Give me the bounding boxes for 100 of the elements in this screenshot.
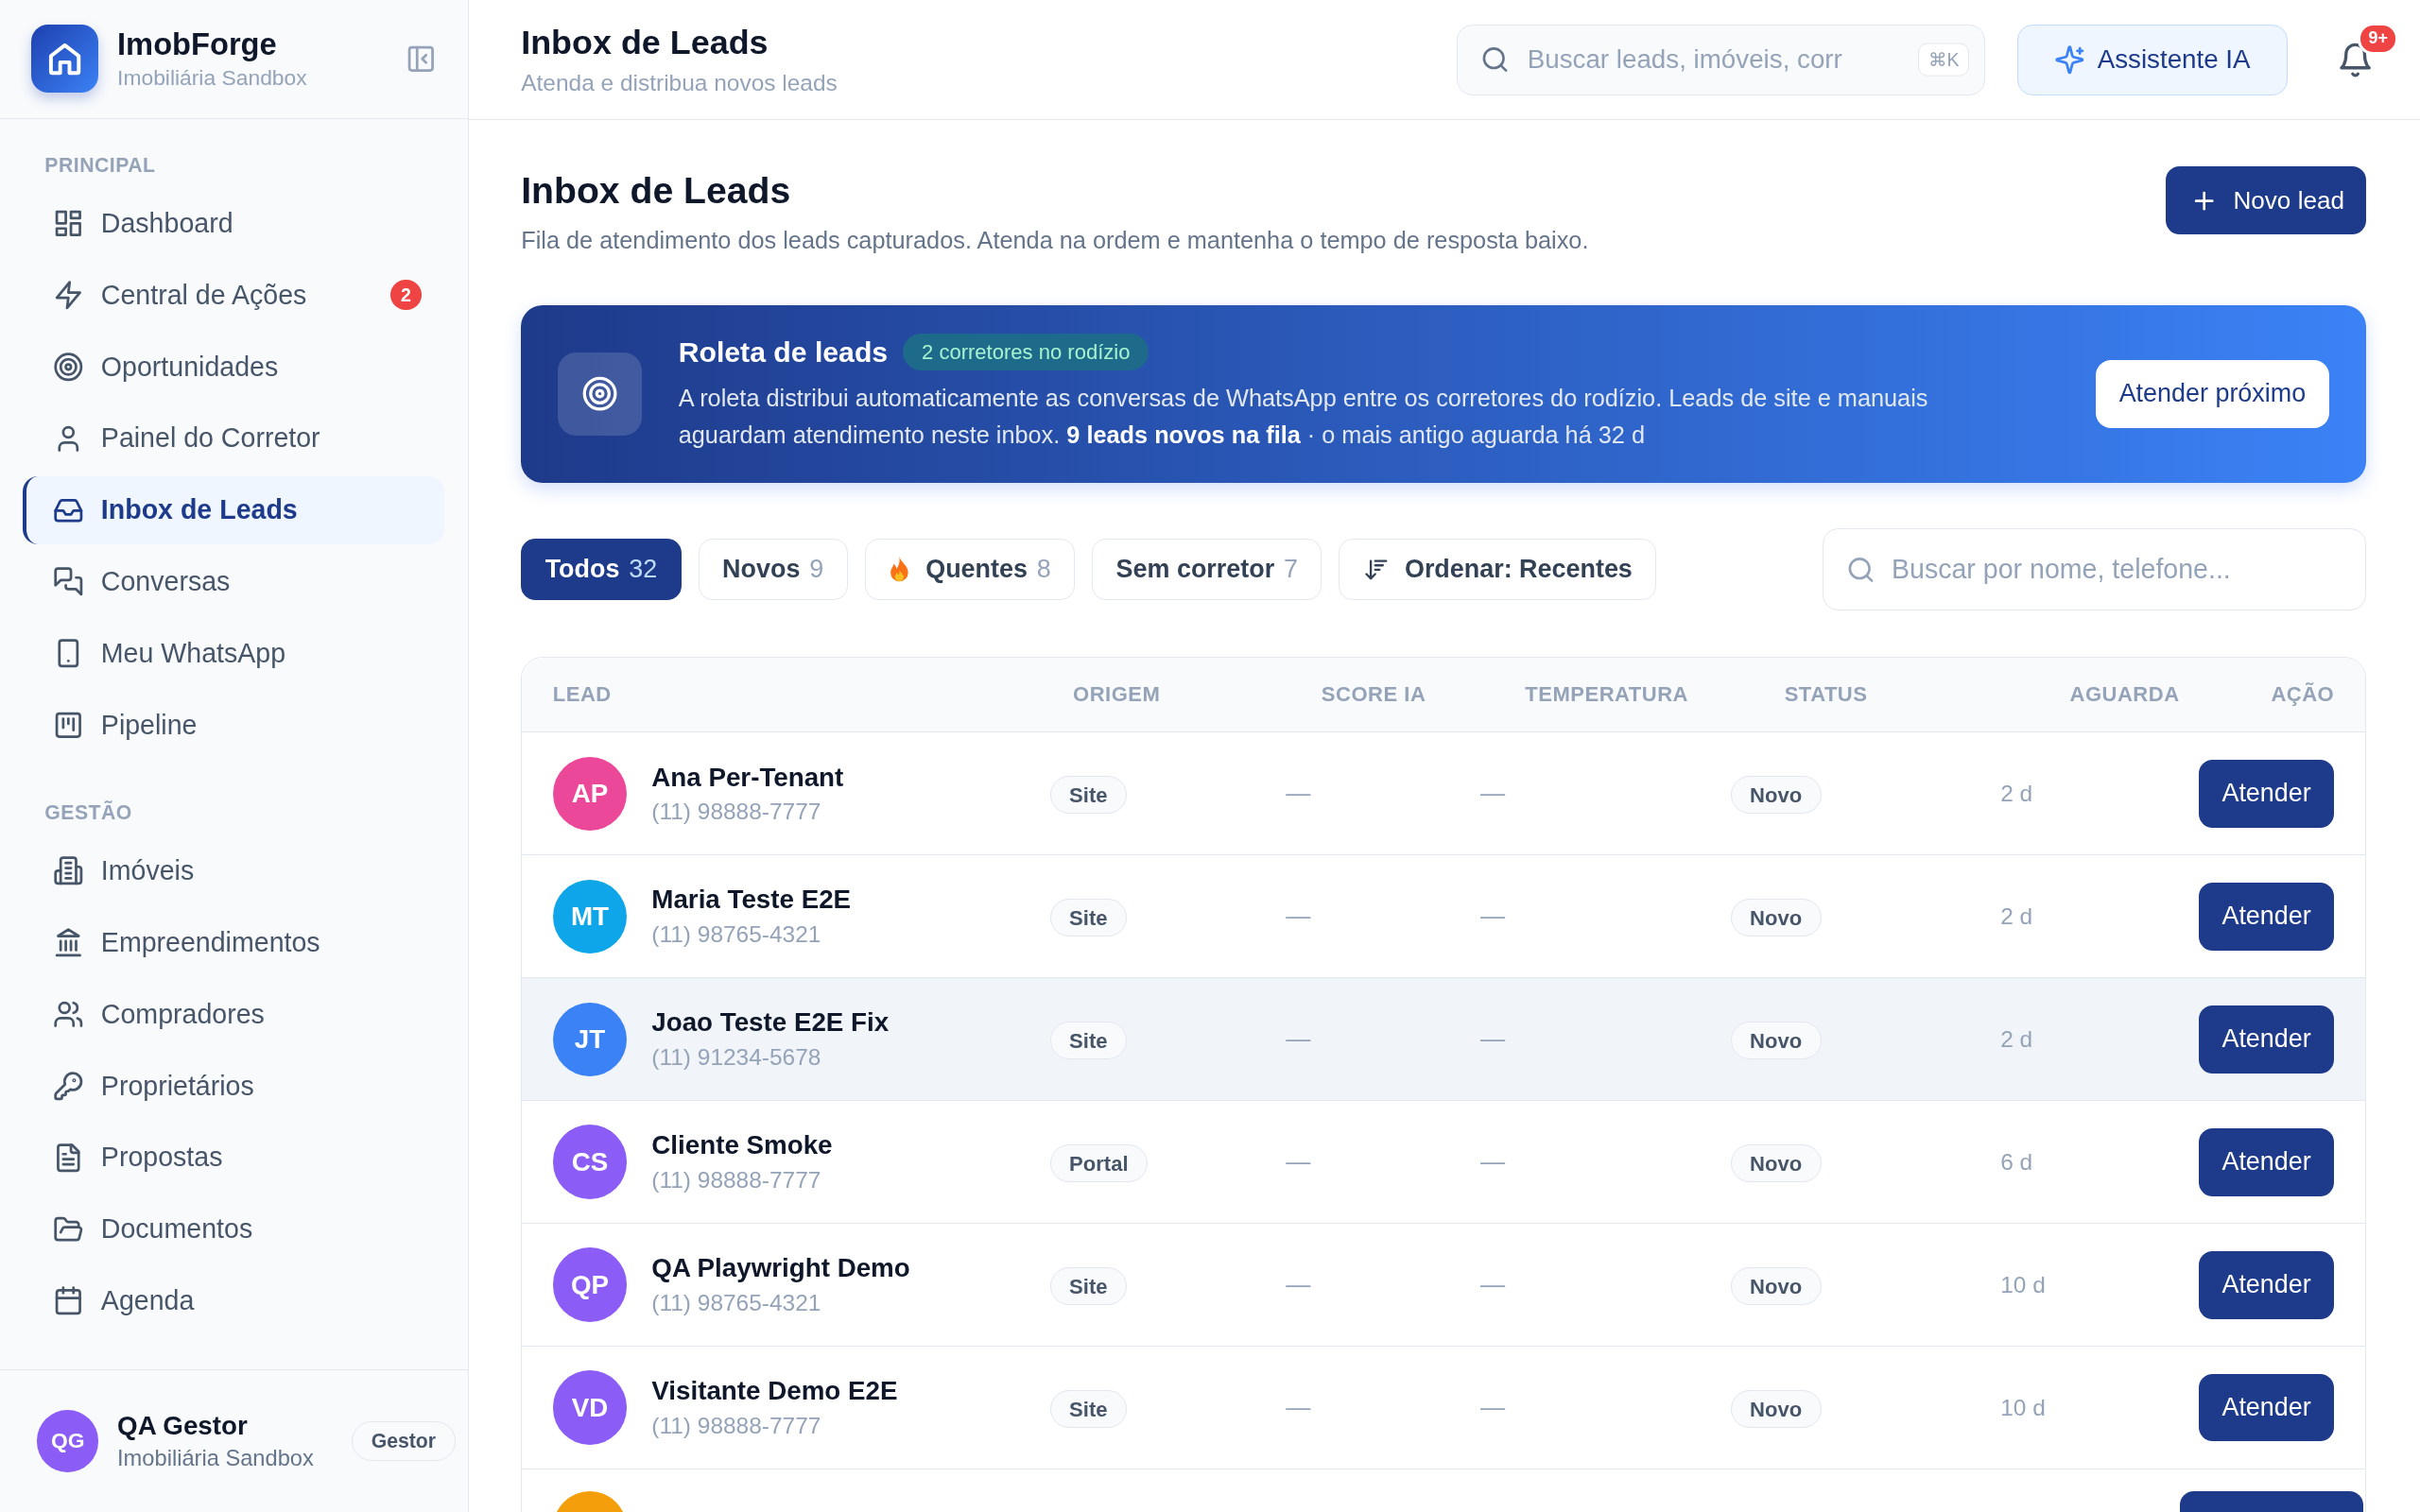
score-cell: — [1286, 1024, 1311, 1054]
table-row[interactable]: JT Joao Teste E2E Fix (11) 91234-5678 Site — — Novo 2 d Atender [522, 977, 2365, 1101]
nav-item[interactable]: Compradores [23, 980, 445, 1048]
nav-item[interactable]: Agenda [23, 1266, 445, 1335]
nav-item[interactable]: Dashboard [23, 189, 445, 258]
lead-phone: (11) 98765-4321 [651, 1289, 822, 1316]
nav-item[interactable]: Imóveis [23, 836, 445, 905]
nav-item[interactable]: Oportunidades [23, 333, 445, 401]
status-badge: Novo [1730, 1266, 1822, 1305]
column-header: AGUARDA [2068, 682, 2180, 708]
role-badge: Gestor [352, 1420, 456, 1462]
serve-next-button[interactable]: Atender próximo [2096, 359, 2329, 428]
column-header: TEMPERATURA [1524, 682, 1689, 708]
serve-button[interactable]: Atender [2198, 882, 2335, 951]
chat-icon [53, 566, 84, 598]
nav-item[interactable]: Empreendimentos [23, 908, 445, 977]
lead-phone: (11) 91234-5678 [651, 1043, 822, 1071]
kanban-icon [53, 710, 84, 741]
user-organization: Imobiliária Sandbox [117, 1445, 315, 1471]
lead-phone: (11) 98888-7777 [651, 1412, 822, 1439]
column-header: ORIGEM [1072, 682, 1162, 708]
lead-avatar: QP [552, 1247, 628, 1322]
temperature-cell: — [1480, 779, 1506, 808]
nav-item[interactable]: Propostas [23, 1124, 445, 1192]
status-badge: Novo [1730, 898, 1822, 936]
waiting-time: 6 d [2000, 1149, 2033, 1176]
user-name: QA Gestor [117, 1410, 249, 1441]
section-label: PRINCIPAL [43, 153, 157, 179]
score-cell: — [1286, 1270, 1311, 1299]
filter-chip[interactable]: Todos 32 [521, 539, 682, 601]
lead-name: Joao Teste E2E Fix [651, 1007, 890, 1039]
brand-name: ImobForge [117, 26, 278, 63]
nav-item[interactable]: Painel do Corretor [23, 404, 445, 472]
key-icon [53, 1070, 84, 1102]
filter-chip[interactable]: Quentes 8 [864, 539, 1076, 601]
nav-item[interactable]: Inbox de Leads [23, 475, 445, 544]
nav-item[interactable]: Conversas [23, 547, 445, 616]
logo-icon [30, 25, 99, 94]
score-cell: — [1286, 779, 1311, 808]
serve-button[interactable]: Atender [2198, 1373, 2335, 1442]
sort-button[interactable]: Ordenar: Recentes [1339, 539, 1657, 601]
flame-icon [889, 556, 910, 583]
lead-name: Ana Per-Tenant [651, 762, 844, 793]
waiting-time: 2 d [2000, 903, 2033, 930]
origin-badge: Site [1049, 1266, 1128, 1305]
status-badge: Novo [1730, 1143, 1822, 1182]
origin-badge: Site [1049, 898, 1128, 936]
building-icon [53, 854, 84, 886]
serve-button[interactable]: Atender [2198, 1250, 2335, 1319]
column-header: AÇÃO [2270, 682, 2335, 708]
waiting-time: 2 d [2000, 781, 2033, 807]
target-icon [558, 352, 642, 436]
broker-count-badge: 2 corretores no rodízio [903, 334, 1150, 371]
user-avatar: QG [37, 1410, 99, 1472]
nav-item[interactable]: Proprietários [23, 1052, 445, 1120]
lead-name: QA Playwright Demo [651, 1253, 910, 1284]
section-label: GESTÃO [43, 799, 133, 826]
serve-button[interactable]: Atender [2198, 1127, 2335, 1196]
sparkles-icon [2053, 43, 2085, 76]
lightning-icon [53, 279, 84, 311]
nav-item[interactable]: Central de Ações 2 [23, 261, 445, 329]
temperature-cell: — [1480, 902, 1506, 931]
column-header: SCORE IA [1320, 682, 1427, 708]
target-icon [53, 351, 84, 383]
lead-avatar: JT [552, 1002, 628, 1076]
column-header: STATUS [1783, 682, 1869, 708]
lead-phone: (11) 98888-7777 [651, 799, 822, 826]
lead-name: Cliente Smoke [651, 1130, 833, 1161]
origin-badge: Site [1049, 1389, 1128, 1428]
lead-avatar: AP [552, 756, 628, 831]
lead-search-field[interactable]: Buscar por nome, telefone... [1823, 528, 2366, 610]
header-subtitle: Atenda e distribua novos leads [521, 70, 838, 97]
filter-chip[interactable]: Novos 9 [698, 539, 848, 601]
nav-item[interactable]: Documentos [23, 1194, 445, 1263]
temperature-cell: — [1480, 1393, 1506, 1422]
column-header: LEAD [552, 682, 613, 708]
origin-badge: Site [1049, 1021, 1128, 1059]
filter-chip[interactable]: Sem corretor 7 [1092, 539, 1322, 601]
lead-phone: (11) 98888-7777 [651, 1166, 822, 1194]
bank-icon [53, 926, 84, 958]
count-badge: 2 [390, 279, 422, 311]
serve-button[interactable]: Atender [2198, 1005, 2335, 1074]
banner-text: A roleta distribui automaticamente as conversas de WhatsApp entre os corretores do rodízio. Leads de site e manuais aguardam atendimento neste inbox. 9 leads novos na fila · o mais antigo aguarda há 32 d [678, 383, 1929, 451]
temperature-cell: — [1480, 1024, 1506, 1054]
nav-item[interactable]: Pipeline [23, 691, 445, 760]
lead-name: Visitante Demo E2E [651, 1376, 898, 1407]
waiting-time: 10 d [2000, 1395, 2046, 1421]
nav-item[interactable]: Meu WhatsApp [23, 619, 445, 688]
brand-subtitle: Imobiliária Sandbox [117, 65, 308, 92]
score-cell: — [1286, 1147, 1311, 1177]
score-cell: — [1286, 902, 1311, 931]
status-badge: Novo [1730, 1389, 1822, 1428]
calendar-icon [53, 1285, 84, 1317]
origin-badge: Portal [1049, 1143, 1149, 1182]
assistant-button[interactable]: Assistente IA [2016, 24, 2288, 95]
waiting-time: 10 d [2000, 1272, 2046, 1298]
serve-button[interactable]: Atender [2198, 759, 2335, 828]
origin-badge: Site [1049, 775, 1128, 814]
new-lead-button[interactable]: Novo lead [2165, 166, 2366, 235]
score-cell: — [1286, 1393, 1311, 1422]
